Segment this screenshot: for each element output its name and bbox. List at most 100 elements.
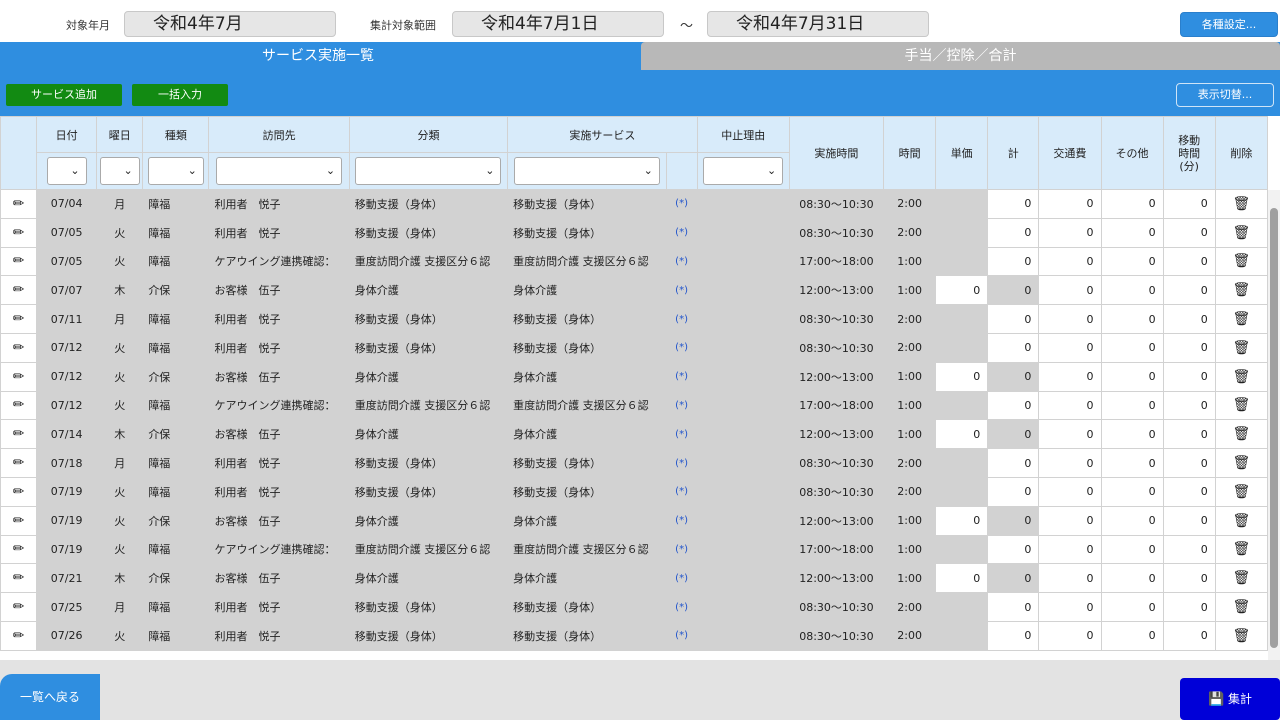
cell-travel-time[interactable]: 0: [1162, 275, 1216, 306]
cell-transport[interactable]: 0: [1038, 275, 1102, 306]
service-detail-link[interactable]: (*): [665, 275, 698, 306]
cell-travel-time[interactable]: 0: [1162, 505, 1216, 536]
delete-button[interactable]: 🗑: [1214, 189, 1268, 219]
cell-other[interactable]: 0: [1100, 476, 1164, 507]
filter-cancel-reason-select[interactable]: ⌄: [703, 157, 784, 185]
target-month-field[interactable]: 令和4年7月: [124, 11, 336, 37]
cell-travel-time[interactable]: 0: [1162, 476, 1216, 507]
cell-unit-price[interactable]: [935, 189, 989, 219]
cell-other[interactable]: 0: [1100, 592, 1164, 622]
cell-other[interactable]: 0: [1100, 419, 1164, 450]
delete-button[interactable]: 🗑: [1214, 275, 1268, 306]
edit-button[interactable]: ✏: [0, 217, 38, 248]
cell-other[interactable]: 0: [1100, 534, 1164, 565]
service-detail-link[interactable]: (*): [665, 563, 698, 594]
cell-other[interactable]: 0: [1100, 361, 1164, 392]
edit-button[interactable]: ✏: [0, 534, 38, 565]
cell-travel-time[interactable]: 0: [1162, 246, 1216, 277]
edit-button[interactable]: ✏: [0, 476, 38, 507]
cell-transport[interactable]: 0: [1038, 304, 1102, 334]
cell-transport[interactable]: 0: [1038, 332, 1102, 363]
edit-button[interactable]: ✏: [0, 304, 38, 334]
service-detail-link[interactable]: (*): [665, 419, 698, 450]
delete-button[interactable]: 🗑: [1214, 448, 1268, 478]
scrollbar-thumb[interactable]: [1270, 208, 1278, 648]
delete-button[interactable]: 🗑: [1214, 304, 1268, 334]
filter-weekday-select[interactable]: ⌄: [99, 157, 140, 185]
cell-other[interactable]: 0: [1100, 448, 1164, 478]
tab-allowance-deduction-total[interactable]: 手当／控除／合計: [641, 42, 1280, 70]
service-detail-link[interactable]: (*): [665, 189, 698, 219]
cell-travel-time[interactable]: 0: [1162, 620, 1216, 651]
range-start-field[interactable]: 令和4年7月1日: [452, 11, 664, 37]
aggregate-button[interactable]: 💾 集計: [1180, 678, 1280, 720]
cell-travel-time[interactable]: 0: [1162, 361, 1216, 392]
cell-other[interactable]: 0: [1100, 620, 1164, 651]
cell-unit-price[interactable]: [935, 332, 989, 363]
delete-button[interactable]: 🗑: [1214, 505, 1268, 536]
cell-travel-time[interactable]: 0: [1162, 448, 1216, 478]
cell-unit-price[interactable]: 0: [935, 419, 989, 450]
tab-service-list[interactable]: サービス実施一覧: [0, 42, 636, 70]
cell-unit-price[interactable]: 0: [935, 361, 989, 392]
service-detail-link[interactable]: (*): [665, 332, 698, 363]
cell-unit-price[interactable]: 0: [935, 563, 989, 594]
edit-button[interactable]: ✏: [0, 448, 38, 478]
range-end-field[interactable]: 令和4年7月31日: [707, 11, 929, 37]
cell-travel-time[interactable]: 0: [1162, 304, 1216, 334]
service-detail-link[interactable]: (*): [665, 246, 698, 277]
cell-other[interactable]: 0: [1100, 390, 1164, 421]
service-detail-link[interactable]: (*): [665, 217, 698, 248]
cell-other[interactable]: 0: [1100, 217, 1164, 248]
delete-button[interactable]: 🗑: [1214, 246, 1268, 277]
cell-transport[interactable]: 0: [1038, 620, 1102, 651]
cell-other[interactable]: 0: [1100, 304, 1164, 334]
cell-unit-price[interactable]: [935, 217, 989, 248]
service-detail-link[interactable]: (*): [665, 592, 698, 622]
cell-travel-time[interactable]: 0: [1162, 390, 1216, 421]
delete-button[interactable]: 🗑: [1214, 390, 1268, 421]
delete-button[interactable]: 🗑: [1214, 476, 1268, 507]
cell-unit-price[interactable]: 0: [935, 505, 989, 536]
cell-unit-price[interactable]: [935, 390, 989, 421]
edit-button[interactable]: ✏: [0, 505, 38, 536]
edit-button[interactable]: ✏: [0, 390, 38, 421]
cell-transport[interactable]: 0: [1038, 361, 1102, 392]
edit-button[interactable]: ✏: [0, 620, 38, 651]
delete-button[interactable]: 🗑: [1214, 419, 1268, 450]
cell-other[interactable]: 0: [1100, 505, 1164, 536]
cell-travel-time[interactable]: 0: [1162, 534, 1216, 565]
cell-transport[interactable]: 0: [1038, 534, 1102, 565]
cell-unit-price[interactable]: 0: [935, 275, 989, 306]
delete-button[interactable]: 🗑: [1214, 332, 1268, 363]
delete-button[interactable]: 🗑: [1214, 620, 1268, 651]
cell-travel-time[interactable]: 0: [1162, 217, 1216, 248]
edit-button[interactable]: ✏: [0, 275, 38, 306]
cell-unit-price[interactable]: [935, 476, 989, 507]
bulk-input-button[interactable]: 一括入力: [132, 84, 228, 106]
cell-transport[interactable]: 0: [1038, 592, 1102, 622]
edit-button[interactable]: ✏: [0, 189, 38, 219]
cell-transport[interactable]: 0: [1038, 419, 1102, 450]
filter-visit-select[interactable]: ⌄: [216, 157, 343, 185]
delete-button[interactable]: 🗑: [1214, 217, 1268, 248]
edit-button[interactable]: ✏: [0, 361, 38, 392]
cell-transport[interactable]: 0: [1038, 448, 1102, 478]
cell-unit-price[interactable]: [935, 592, 989, 622]
cell-unit-price[interactable]: [935, 304, 989, 334]
cell-other[interactable]: 0: [1100, 332, 1164, 363]
cell-travel-time[interactable]: 0: [1162, 189, 1216, 219]
cell-travel-time[interactable]: 0: [1162, 592, 1216, 622]
cell-transport[interactable]: 0: [1038, 246, 1102, 277]
back-to-list-button[interactable]: 一覧へ戻る: [0, 674, 100, 720]
delete-button[interactable]: 🗑: [1214, 592, 1268, 622]
cell-transport[interactable]: 0: [1038, 505, 1102, 536]
edit-button[interactable]: ✏: [0, 419, 38, 450]
cell-transport[interactable]: 0: [1038, 390, 1102, 421]
service-detail-link[interactable]: (*): [665, 620, 698, 651]
service-detail-link[interactable]: (*): [665, 390, 698, 421]
display-toggle-button[interactable]: 表示切替...: [1176, 83, 1274, 107]
edit-button[interactable]: ✏: [0, 592, 38, 622]
cell-transport[interactable]: 0: [1038, 476, 1102, 507]
filter-service-select[interactable]: ⌄: [513, 157, 660, 185]
